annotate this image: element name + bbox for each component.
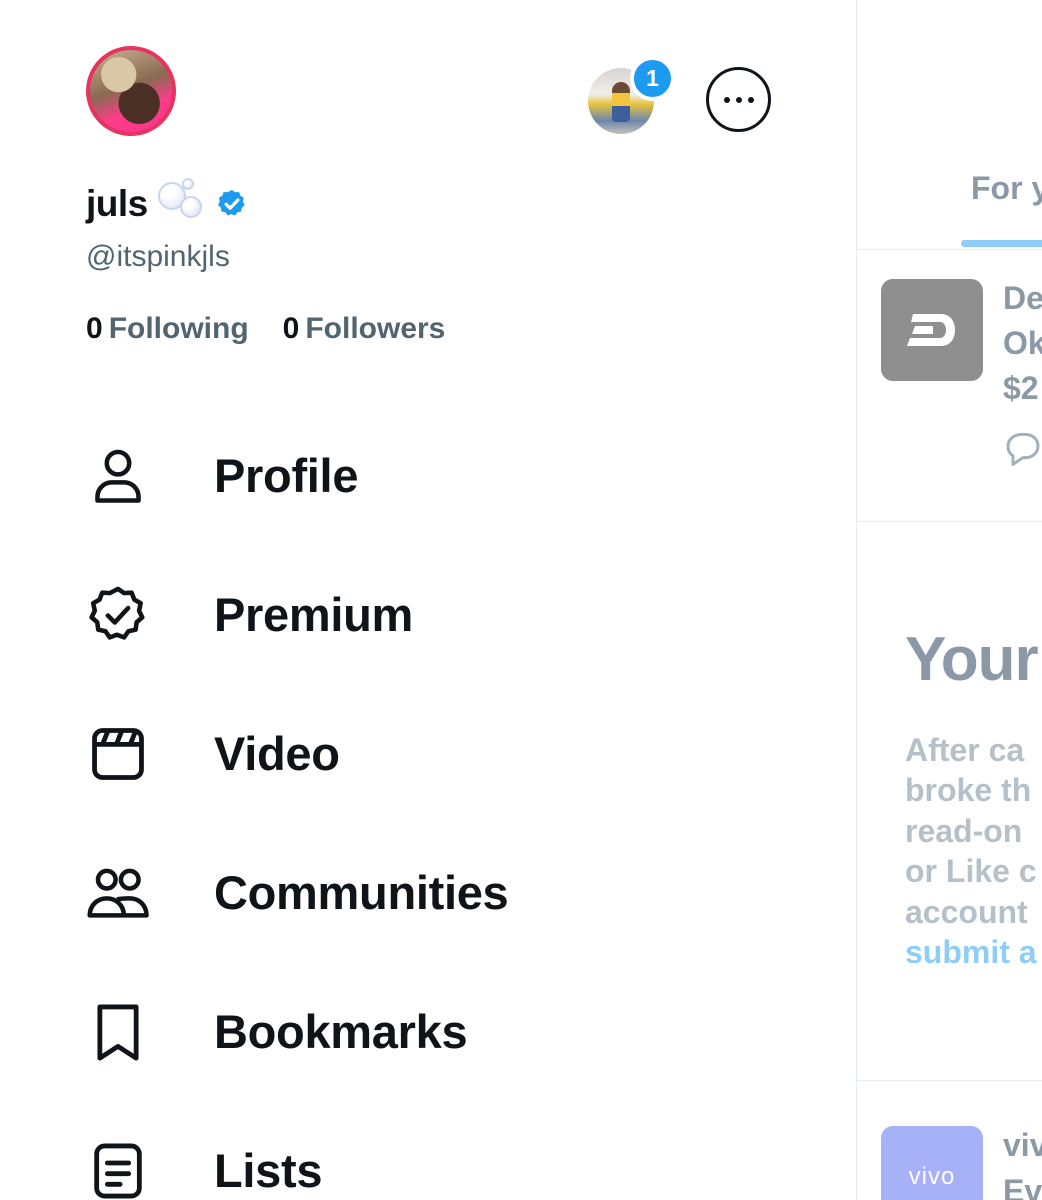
bubbles-emoji — [157, 178, 210, 230]
followers-link[interactable]: 0 Followers — [283, 312, 446, 346]
reply-icon[interactable] — [1003, 428, 1042, 468]
menu-label: Profile — [214, 449, 359, 502]
following-count: 0 — [86, 312, 103, 345]
notice-body-text: After ca broke th read-on or Like c acco… — [905, 732, 1037, 930]
lists-icon — [94, 1143, 142, 1198]
notice-submit-link[interactable]: submit a — [905, 934, 1037, 970]
display-name-row: juls — [86, 176, 248, 232]
person-icon — [95, 449, 141, 503]
vivo-post-text: viv Ev — [1003, 1127, 1042, 1200]
followers-count: 0 — [282, 312, 300, 345]
notice-body: After ca broke th read-on or Like c acco… — [905, 730, 1037, 972]
following-label: Following — [108, 312, 249, 345]
account-notification-badge: 1 — [630, 56, 675, 101]
vivo-advertiser-logo[interactable]: vivo — [881, 1126, 983, 1200]
more-dot — [747, 96, 754, 103]
menu-label: Bookmarks — [214, 1005, 468, 1058]
verified-badge-icon — [217, 190, 245, 216]
menu-item-bookmarks[interactable]: Bookmarks — [80, 962, 780, 1101]
promoted-post-text: De Ok $2 — [1003, 280, 1042, 406]
home-feed-background: For y De Ok $2 Your After ca broke th re… — [856, 0, 1042, 1200]
active-tab-indicator — [961, 240, 1042, 247]
verified-badge-icon — [89, 586, 145, 640]
tab-for-you[interactable]: For y — [971, 170, 1042, 207]
divider — [857, 521, 1042, 522]
following-link[interactable]: 0 Following — [86, 312, 249, 346]
brand-logo-icon — [907, 314, 955, 346]
more-dot — [723, 96, 730, 103]
divider — [857, 249, 1042, 250]
advertiser-logo[interactable] — [881, 279, 983, 381]
bookmark-icon — [97, 1004, 139, 1061]
menu-label: Communities — [214, 866, 509, 919]
profile-avatar[interactable] — [86, 46, 176, 136]
menu-label: Video — [214, 727, 340, 780]
navigation-drawer: 1 juls @itspinkjls 0 Following 0 Followe… — [0, 0, 856, 1200]
display-name: juls — [86, 183, 148, 224]
menu-item-communities[interactable]: Communities — [80, 823, 780, 962]
notice-title: Your — [905, 625, 1039, 694]
drawer-menu: Profile Premium Video Communities Bookma… — [80, 406, 780, 1200]
communities-icon — [87, 868, 149, 918]
menu-label: Premium — [214, 588, 414, 641]
more-dot — [735, 96, 742, 103]
menu-item-profile[interactable]: Profile — [80, 406, 780, 545]
menu-item-premium[interactable]: Premium — [80, 545, 780, 684]
menu-item-lists[interactable]: Lists — [80, 1101, 780, 1200]
follow-stats: 0 Following 0 Followers — [86, 312, 445, 346]
divider — [857, 1080, 1042, 1081]
followers-label: Followers — [305, 312, 446, 345]
more-options-button[interactable] — [706, 67, 771, 132]
video-icon — [92, 727, 144, 780]
menu-item-video[interactable]: Video — [80, 684, 780, 823]
menu-label: Lists — [214, 1144, 323, 1197]
account-handle: @itspinkjls — [86, 240, 230, 273]
